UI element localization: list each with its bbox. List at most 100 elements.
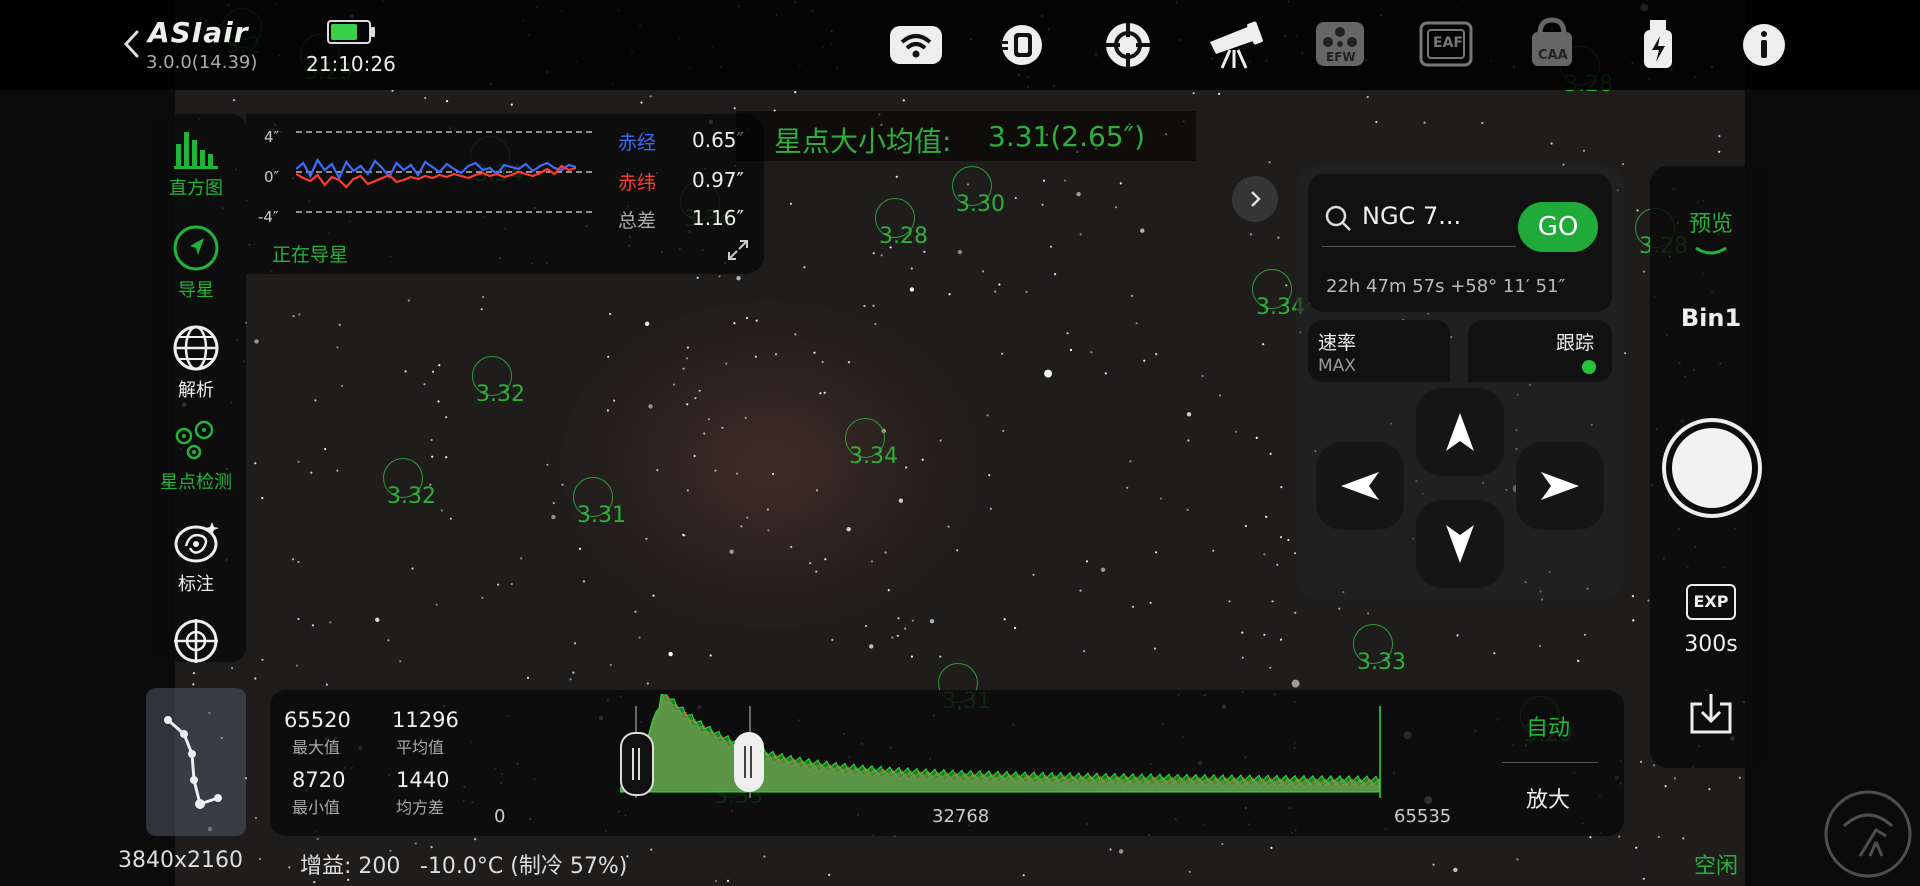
- star: [1366, 95, 1369, 99]
- star: [884, 551, 887, 554]
- zoom-button[interactable]: 放大: [1526, 782, 1570, 814]
- star: [423, 383, 426, 386]
- star: [431, 370, 435, 373]
- star: [1002, 429, 1005, 432]
- expand-icon[interactable]: [726, 238, 750, 262]
- wifi-icon[interactable]: [888, 22, 944, 68]
- star: [819, 392, 822, 395]
- star: [1234, 430, 1238, 433]
- auto-stretch-button[interactable]: 自动: [1526, 710, 1570, 742]
- black-point-handle[interactable]: [620, 732, 654, 796]
- star: [698, 389, 701, 392]
- move-east-button[interactable]: [1516, 442, 1604, 530]
- star: [1090, 351, 1093, 354]
- bin-selector[interactable]: Bin1: [1650, 304, 1772, 332]
- back-icon[interactable]: [118, 26, 144, 62]
- sidebar-label-annotate: 标注: [178, 574, 214, 595]
- constellation-icon: [164, 716, 222, 809]
- star: [1085, 560, 1089, 563]
- star: [445, 416, 448, 419]
- panel-toggle-button[interactable]: [1232, 176, 1278, 222]
- star: [336, 346, 339, 349]
- sidebar-item-guide[interactable]: 导星: [146, 224, 246, 302]
- star: [440, 509, 443, 512]
- sidebar-item-star-detect[interactable]: 星点检测: [146, 420, 246, 494]
- star: [1279, 638, 1283, 641]
- sidebar-item-annotate[interactable]: 标注: [146, 520, 246, 596]
- mode-chevron-icon[interactable]: [1694, 246, 1728, 258]
- hfr-value: 3.32: [387, 484, 436, 509]
- watermark-logo: [1824, 790, 1912, 878]
- star: [1153, 647, 1157, 650]
- star: [510, 103, 513, 106]
- sidebar-item-crosshair[interactable]: [146, 618, 246, 668]
- guide-panel[interactable]: 4″ 0″ -4″ 正在导星 赤经 0.65″ 赤纬 0.97″ 总差 1.16…: [246, 114, 764, 274]
- star: [929, 619, 935, 624]
- star: [986, 414, 989, 417]
- star: [1131, 605, 1135, 608]
- star: [1044, 369, 1053, 378]
- white-point-handle[interactable]: [734, 732, 764, 792]
- star: [686, 346, 690, 349]
- eaf-icon[interactable]: EAF: [1418, 20, 1474, 68]
- star: [831, 638, 834, 642]
- star: [407, 299, 410, 302]
- star: [703, 432, 706, 435]
- star: [870, 560, 874, 563]
- star: [766, 508, 770, 511]
- star: [1186, 508, 1189, 511]
- tracking-control[interactable]: 跟踪: [1468, 320, 1612, 382]
- star: [686, 403, 689, 406]
- star: [325, 683, 328, 686]
- hfr-value: 3.33: [1357, 650, 1406, 675]
- star: [721, 426, 724, 429]
- star: [714, 469, 717, 472]
- move-west-button[interactable]: [1316, 442, 1404, 530]
- star: [682, 367, 685, 370]
- guide-scope-icon[interactable]: [1100, 22, 1156, 68]
- mode-selector[interactable]: 预览: [1650, 206, 1772, 238]
- efw-icon[interactable]: EFW: [1312, 16, 1368, 70]
- hist-std-label: 均方差: [396, 798, 445, 817]
- sidebar-item-solve[interactable]: 解析: [146, 324, 246, 402]
- star: [733, 107, 736, 110]
- star: [789, 202, 793, 205]
- telescope-icon[interactable]: [1204, 20, 1264, 70]
- move-south-button[interactable]: [1416, 500, 1504, 588]
- download-icon[interactable]: [1688, 692, 1734, 736]
- star: [729, 549, 734, 554]
- star: [297, 460, 300, 463]
- go-button[interactable]: GO: [1518, 202, 1598, 252]
- move-north-button[interactable]: [1416, 388, 1504, 476]
- star: [824, 558, 827, 561]
- star: [745, 316, 749, 320]
- star: [683, 534, 686, 537]
- target-search-input[interactable]: NGC 7...: [1362, 202, 1461, 230]
- star: [685, 357, 689, 360]
- star: [1269, 666, 1272, 669]
- total-label: 总差: [618, 210, 657, 232]
- usb-power-icon[interactable]: [1630, 18, 1686, 70]
- star: [1119, 182, 1122, 185]
- exposure-icon[interactable]: EXP: [1686, 584, 1736, 620]
- star: [891, 636, 894, 639]
- shutter-button[interactable]: [1662, 418, 1762, 518]
- star: [1582, 149, 1586, 152]
- camera-icon[interactable]: [994, 22, 1050, 68]
- hist-max-label: 最大值: [292, 738, 341, 757]
- star: [1618, 835, 1621, 838]
- exposure-value[interactable]: 300s: [1650, 632, 1772, 657]
- star: [254, 816, 257, 820]
- star: [755, 319, 758, 322]
- caa-icon[interactable]: CAA: [1524, 16, 1580, 70]
- star: [939, 655, 942, 658]
- left-sidebar: 直方图 导星 解析 星点检测 标注: [146, 114, 246, 663]
- star: [311, 624, 314, 627]
- constellation-thumbnail[interactable]: [146, 688, 246, 836]
- star: [329, 621, 332, 624]
- sidebar-item-histogram[interactable]: 直方图: [146, 126, 246, 200]
- rate-control[interactable]: 速率 MAX: [1308, 320, 1450, 382]
- star: [646, 682, 649, 685]
- star: [1228, 600, 1231, 603]
- info-icon[interactable]: [1738, 22, 1790, 68]
